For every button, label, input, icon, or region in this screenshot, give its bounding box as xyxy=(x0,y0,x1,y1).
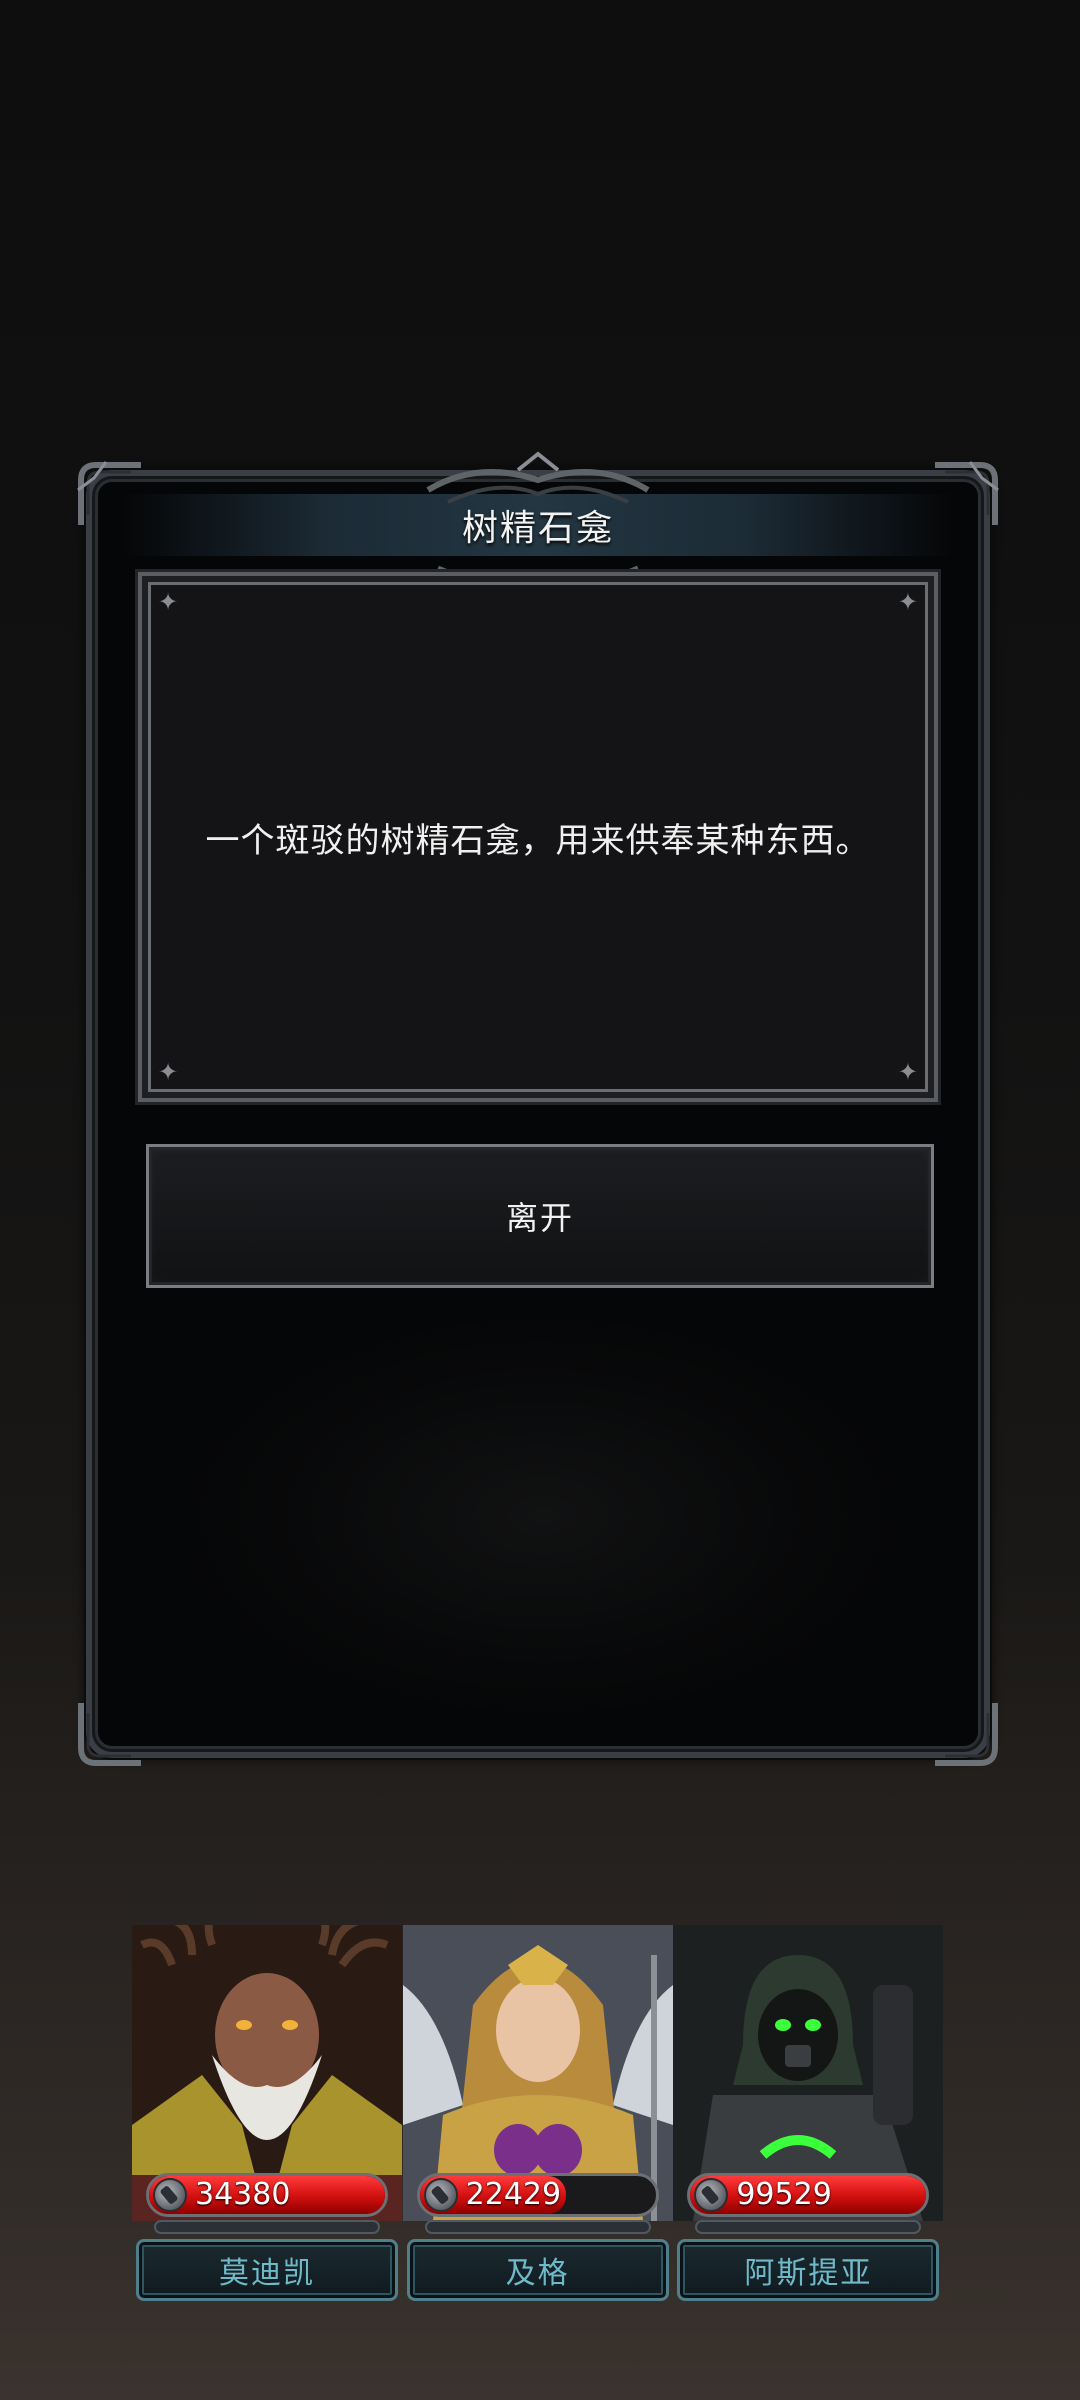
hp-bar: 22429 xyxy=(416,2173,659,2217)
dialog-title: 树精石龛 xyxy=(461,508,614,549)
hero-name-plate: 及格 xyxy=(406,2239,669,2301)
sparkle-icon: ✦ xyxy=(158,588,179,616)
hp-value: 99529 xyxy=(736,2177,832,2212)
hp-bar: 99529 xyxy=(687,2173,930,2217)
description-box: ✦ ✦ ✦ ✦ 一个斑驳的树精石龛，用来供奉某种东西。 xyxy=(138,572,938,1102)
secondary-bar xyxy=(424,2220,651,2234)
hero-card-mordecai[interactable]: 34380 莫迪凯 xyxy=(132,1925,402,2311)
leave-button[interactable]: 离开 xyxy=(146,1144,934,1288)
event-description: 一个斑驳的树精石龛，用来供奉某种东西。 xyxy=(205,820,871,861)
sparkle-icon: ✦ xyxy=(158,1058,179,1086)
frame-corner-ornament xyxy=(935,1703,998,1766)
leave-button-label: 离开 xyxy=(505,1199,574,1237)
hero-name-plate: 阿斯提亚 xyxy=(677,2239,940,2301)
hp-bar: 34380 xyxy=(146,2173,388,2217)
dialog-title-bar: 树精石龛 xyxy=(122,451,954,599)
sword-icon xyxy=(423,2178,458,2212)
secondary-bar xyxy=(695,2220,922,2234)
party-bar: 34380 莫迪凯 22429 及格 99529 阿斯提亚 xyxy=(132,1925,944,2311)
hero-name-plate: 莫迪凯 xyxy=(136,2239,398,2301)
secondary-bar xyxy=(154,2220,380,2234)
hero-name: 及格 xyxy=(505,2256,570,2291)
frame-corner-ornament xyxy=(78,1703,141,1766)
hp-value: 34380 xyxy=(195,2177,291,2212)
hero-name: 阿斯提亚 xyxy=(744,2256,873,2291)
hero-card-jige[interactable]: 22429 及格 xyxy=(402,1925,673,2311)
event-dialog: 树精石龛 ✦ ✦ ✦ ✦ 一个斑驳的树精石龛，用来供奉某种东西。 离开 xyxy=(77,451,999,1766)
hp-value: 22429 xyxy=(465,2177,562,2212)
hero-card-astia[interactable]: 99529 阿斯提亚 xyxy=(673,1925,944,2311)
sword-icon xyxy=(153,2178,187,2212)
sparkle-icon: ✦ xyxy=(897,1058,918,1086)
hero-name: 莫迪凯 xyxy=(219,2256,315,2291)
dialog-background-texture xyxy=(192,1316,892,1716)
sparkle-icon: ✦ xyxy=(897,588,918,616)
